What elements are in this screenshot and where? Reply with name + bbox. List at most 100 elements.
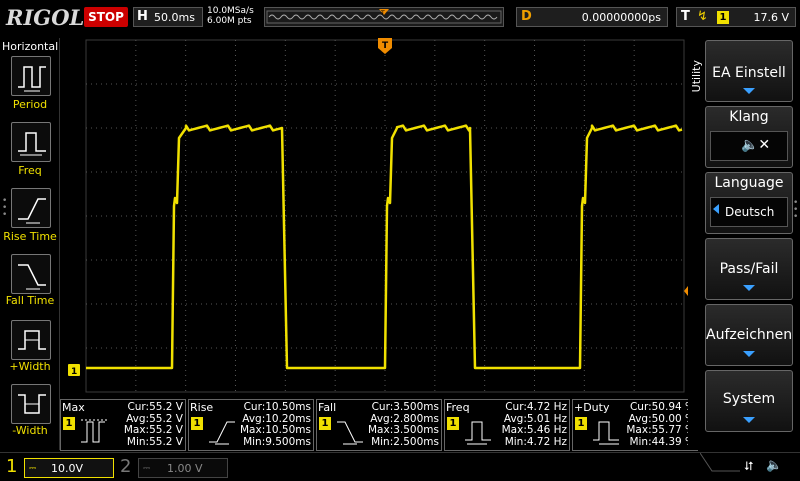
period-button[interactable] (11, 56, 51, 96)
menu-ea-einstell[interactable]: EA Einstell (705, 40, 793, 102)
language-value: Deutsch (725, 205, 775, 219)
maximum-value: Max:55.2 V (123, 424, 183, 436)
maximum-value: Max:3.500ms (367, 424, 439, 436)
positive-width-label: +Width (9, 360, 51, 373)
menu-title: Utility (690, 60, 703, 93)
frequency-button[interactable] (11, 122, 51, 162)
negative-width-button[interactable] (11, 384, 51, 424)
channel-1-scale[interactable]: ⎓ 10.0V (24, 458, 114, 478)
menu-item-label: Aufzeichnen (706, 327, 793, 343)
timebase-value: 50.0ms (154, 11, 195, 24)
menu-title-strip (688, 38, 704, 450)
menu-pass-fail[interactable]: Pass/Fail (705, 238, 793, 300)
measurement-values: Cur:4.72 Hz Avg:5.01 Hz Max:5.46 Hz Min:… (502, 401, 567, 448)
menu-item-label: Language (714, 175, 784, 191)
period-icon (18, 66, 46, 92)
minimum-value: Min:9.500ms (243, 435, 311, 448)
chevron-down-icon (743, 417, 755, 423)
brand-logo: RIGOL (6, 5, 85, 30)
measurement-values: Cur:10.50ms Avg:10.20ms Max:10.50ms Min:… (239, 401, 311, 448)
run-stop-indicator[interactable]: STOP (84, 7, 128, 27)
channel-1-ground-marker: 1 (68, 364, 80, 377)
duty-cycle-icon (593, 421, 619, 445)
chevron-down-icon (743, 88, 755, 94)
fall-time-button[interactable] (11, 254, 51, 294)
horizontal-timebase[interactable]: H 50.0ms (133, 7, 203, 27)
measurement-rise[interactable]: Rise 1 Cur:10.50ms Avg:10.20ms Max:10.50… (188, 399, 314, 451)
measurement-max[interactable]: Max 1 Cur:55.2 V Avg:55.2 V Max:55.2 V M… (60, 399, 186, 451)
minimum-value: Min:44.39 % (629, 435, 695, 448)
horizontal-label: H (137, 9, 148, 24)
chevron-down-icon (743, 351, 755, 357)
rise-time-icon (18, 198, 46, 224)
current-value: Cur:10.50ms (243, 401, 311, 413)
menu-language[interactable]: Language Deutsch (705, 172, 793, 234)
current-value: Cur:3.500ms (371, 401, 439, 413)
positive-width-icon (18, 330, 46, 350)
measurement-name: Freq (446, 401, 470, 414)
waveform-display[interactable]: 1 T (60, 38, 688, 394)
measurement-values: Cur:3.500ms Avg:2.800ms Max:3.500ms Min:… (367, 401, 439, 448)
trigger-display[interactable]: T ↯ 1 17.6 V (676, 7, 796, 27)
top-status-bar: RIGOL STOP H 50.0ms 10.0MSa/s 6.00M pts … (0, 0, 800, 36)
minimum-value: Min:4.72 Hz (504, 435, 567, 448)
memory-depth: 6.00M pts (207, 16, 252, 26)
measurement-values: Cur:50.94 % Avg:50.00 % Max:55.77 % Min:… (626, 401, 695, 448)
measurement-fall[interactable]: Fall 1 Cur:3.500ms Avg:2.800ms Max:3.500… (316, 399, 442, 451)
channel-1-scale-value: 10.0V (51, 462, 84, 475)
delay-display[interactable]: D 0.00000000ps (516, 7, 668, 27)
menu-klang[interactable]: Klang 🔈✕ (705, 106, 793, 168)
frequency-icon (18, 132, 46, 156)
dc-coupling-icon: ⎓ (143, 464, 151, 474)
scroll-dots-left: • • • (2, 196, 8, 220)
frequency-label: Freq (18, 164, 42, 177)
chevron-down-icon (743, 285, 755, 291)
current-value: Cur:4.72 Hz (505, 401, 567, 413)
measurement-duty[interactable]: +Duty 1 Cur:50.94 % Avg:50.00 % Max:55.7… (572, 399, 698, 451)
channel-2-scale[interactable]: ⎓ 1.00 V (138, 458, 228, 478)
measurement-values: Cur:55.2 V Avg:55.2 V Max:55.2 V Min:55.… (123, 401, 183, 448)
fall-time-icon (18, 264, 46, 290)
sample-rate: 10.0MSa/s (207, 6, 254, 16)
fall-time-label: Fall Time (5, 294, 55, 307)
memory-overview-graphic: T (266, 9, 502, 24)
bottom-tab-decoration (700, 453, 740, 472)
svg-text:1: 1 (71, 367, 77, 377)
rise-time-button[interactable] (11, 188, 51, 228)
channel-2-scale-value: 1.00 V (167, 462, 203, 475)
channel-badge: 1 (191, 417, 203, 430)
menu-item-label: Pass/Fail (719, 261, 779, 277)
menu-item-label: EA Einstell (712, 65, 786, 81)
trigger-level-value: 17.6 V (753, 11, 789, 24)
measurement-name: Max (62, 401, 85, 414)
speaker-muted-icon: 🔈 (766, 458, 783, 473)
period-label: Period (12, 98, 48, 111)
svg-text:T: T (382, 41, 389, 51)
trigger-position-arrow: T (378, 38, 392, 54)
current-value: Cur:50.94 % (629, 401, 695, 413)
measurement-freq[interactable]: Freq 1 Cur:4.72 Hz Avg:5.01 Hz Max:5.46 … (444, 399, 570, 451)
channel-2-number: 2 (120, 456, 132, 477)
rising-edge-icon: ↯ (697, 9, 708, 24)
rise-time-label: Rise Time (3, 230, 57, 243)
rise-time-icon (209, 421, 235, 445)
maximum-value: Max:10.50ms (239, 424, 311, 436)
max-icon (81, 419, 107, 443)
language-select[interactable]: Deutsch (710, 197, 788, 227)
positive-width-button[interactable] (11, 320, 51, 360)
current-value: Cur:55.2 V (127, 401, 183, 413)
channel-1-number: 1 (6, 456, 18, 477)
panel-title: Horizontal (2, 40, 59, 53)
sound-toggle[interactable]: 🔈✕ (710, 131, 788, 161)
horizontal-measure-panel: Horizontal Period Freq Rise Time Fall Ti… (0, 38, 60, 450)
delay-label: D (521, 9, 532, 24)
chevron-left-icon (713, 204, 719, 214)
svg-text:T: T (380, 10, 385, 17)
menu-system[interactable]: System (705, 370, 793, 432)
minimum-value: Min:55.2 V (126, 435, 183, 448)
speaker-muted-icon: 🔈✕ (741, 137, 771, 153)
measurement-name: +Duty (574, 401, 610, 414)
maximum-value: Max:55.77 % (626, 424, 695, 436)
menu-aufzeichnen[interactable]: Aufzeichnen (705, 304, 793, 366)
fall-time-icon (337, 421, 363, 445)
